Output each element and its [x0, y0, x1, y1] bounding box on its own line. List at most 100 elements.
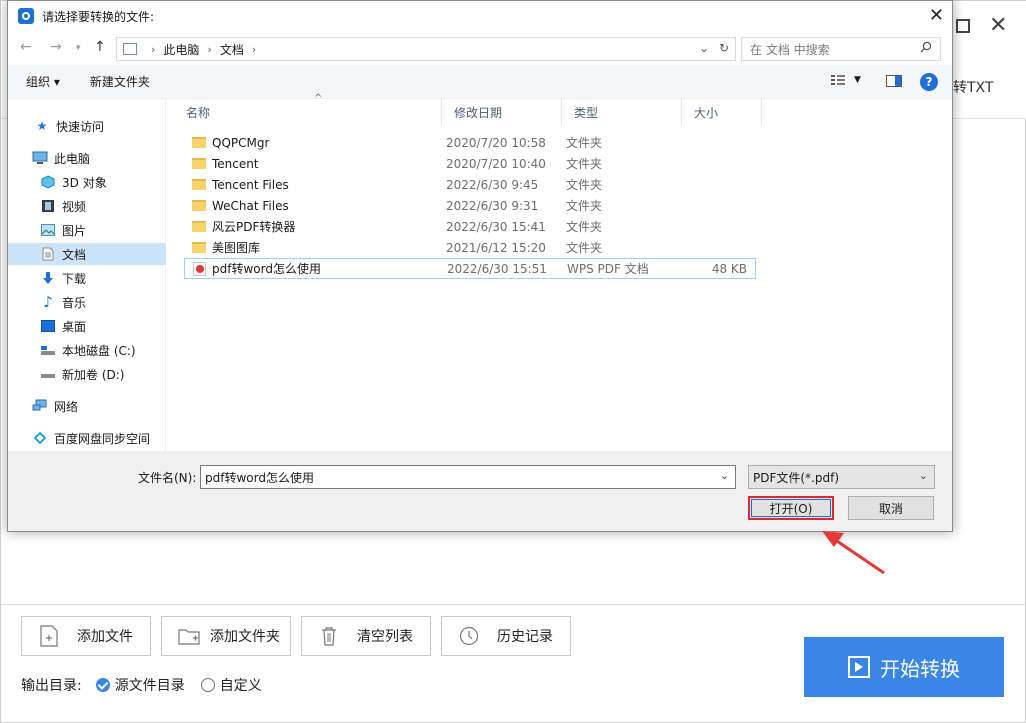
column-header-size[interactable]: 大小: [682, 99, 762, 125]
chevron-down-icon[interactable]: ⌄: [720, 469, 729, 482]
app-close-icon[interactable]: ✕: [989, 13, 1007, 38]
add-folder-button[interactable]: 添加文件夹: [161, 616, 291, 656]
file-row[interactable]: WeChat Files 2022/6/30 9:31 文件夹: [184, 195, 756, 216]
dialog-titlebar: 请选择要转换的文件: ✕: [8, 1, 952, 31]
sidebar-item-this-pc[interactable]: 此电脑: [8, 147, 166, 169]
file-date: 2022/6/30 9:31: [446, 198, 539, 213]
search-box[interactable]: 在 文档 中搜索: [741, 37, 941, 61]
file-date: 2022/6/30 15:41: [446, 219, 546, 234]
to-txt-tab[interactable]: 转TXT: [953, 77, 993, 97]
column-header-type[interactable]: 类型: [562, 99, 682, 125]
custom-dir-radio[interactable]: [200, 678, 215, 692]
source-dir-radio[interactable]: [95, 678, 110, 692]
sidebar-item-network[interactable]: 网络: [8, 395, 166, 417]
file-date: 2021/6/12 15:20: [446, 240, 546, 255]
new-folder-button[interactable]: 新建文件夹: [90, 73, 150, 90]
breadcrumb-separator-icon[interactable]: ›: [207, 43, 211, 56]
play-icon: [848, 656, 870, 678]
file-name: WeChat Files: [212, 198, 289, 213]
sidebar-item-label: 下载: [62, 271, 87, 286]
dialog-close-icon[interactable]: ✕: [929, 5, 944, 26]
breadcrumb-documents[interactable]: 文档: [220, 41, 244, 58]
breadcrumb-separator-icon[interactable]: ›: [252, 43, 256, 56]
filename-input[interactable]: pdf转word怎么使用 ⌄: [200, 465, 736, 489]
add-file-button[interactable]: 添加文件: [21, 616, 151, 656]
start-convert-label: 开始转换: [880, 656, 960, 681]
trash-icon: [318, 624, 340, 648]
help-icon[interactable]: ?: [920, 73, 938, 91]
sidebar-item-music[interactable]: ♪ 音乐: [8, 291, 166, 313]
open-button[interactable]: 打开(O): [748, 496, 834, 520]
sidebar-item-pictures[interactable]: 图片: [8, 219, 166, 241]
sidebar-item-label: 此电脑: [54, 151, 91, 166]
file-date: 2020/7/20 10:40: [446, 156, 546, 171]
breadcrumb-separator-icon[interactable]: ›: [151, 43, 155, 56]
cube-icon: [40, 175, 56, 189]
file-row-selected[interactable]: pdf转word怎么使用 2022/6/30 15:51 WPS PDF 文档 …: [184, 258, 756, 279]
sidebar-item-drive-d[interactable]: 新加卷 (D:): [8, 363, 166, 385]
clock-icon: [458, 624, 480, 648]
preview-pane-icon[interactable]: [886, 75, 902, 90]
sidebar-item-label: 3D 对象: [62, 175, 107, 190]
column-header-name[interactable]: 名称: [174, 99, 442, 125]
back-arrow-icon[interactable]: ←: [20, 39, 32, 55]
add-file-icon: [38, 624, 60, 648]
history-button[interactable]: 历史记录: [441, 616, 571, 656]
address-bar[interactable]: › 此电脑 › 文档 › ⌄ ↻: [116, 37, 736, 61]
column-header-label: 类型: [574, 105, 599, 120]
folder-icon: [192, 221, 206, 232]
start-convert-button[interactable]: 开始转换: [804, 637, 1004, 697]
sidebar-item-label: 桌面: [62, 319, 87, 334]
download-icon: [40, 271, 56, 285]
add-folder-icon: [178, 624, 200, 648]
sidebar-item-downloads[interactable]: 下载: [8, 267, 166, 289]
computer-icon: [32, 151, 48, 165]
address-dropdown-icon[interactable]: ⌄: [699, 41, 709, 55]
breadcrumb-this-pc[interactable]: 此电脑: [163, 41, 199, 58]
view-dropdown-icon[interactable]: ▼: [854, 75, 861, 85]
search-icon[interactable]: [920, 41, 932, 56]
file-row[interactable]: Tencent 2020/7/20 10:40 文件夹: [184, 153, 756, 174]
divider: [1, 604, 1026, 605]
recent-locations-icon[interactable]: ▾: [76, 43, 81, 53]
cancel-button[interactable]: 取消: [848, 496, 934, 520]
view-options-icon[interactable]: [830, 74, 846, 89]
filetype-select[interactable]: PDF文件(*.pdf) ⌄: [748, 465, 935, 489]
sidebar-item-quick-access[interactable]: ★ 快速访问: [8, 115, 166, 137]
custom-dir-label[interactable]: 自定义: [220, 675, 262, 695]
file-row[interactable]: Tencent Files 2022/6/30 9:45 文件夹: [184, 174, 756, 195]
file-row[interactable]: 风云PDF转换器 2022/6/30 15:41 文件夹: [184, 216, 756, 237]
forward-arrow-icon[interactable]: →: [50, 39, 62, 55]
sidebar-item-documents[interactable]: 文档: [8, 243, 166, 265]
sidebar-item-3d-objects[interactable]: 3D 对象: [8, 171, 166, 193]
clear-list-button[interactable]: 清空列表: [301, 616, 431, 656]
film-icon: [40, 199, 56, 213]
sidebar-item-label: 百度网盘同步空间: [54, 431, 151, 446]
network-icon: [32, 399, 48, 413]
refresh-icon[interactable]: ↻: [719, 41, 729, 55]
dialog-title: 请选择要转换的文件:: [42, 9, 155, 24]
file-name: Tencent: [212, 156, 259, 171]
sidebar-item-baidu-sync[interactable]: 百度网盘同步空间: [8, 427, 166, 449]
up-arrow-icon[interactable]: ↑: [94, 39, 106, 55]
column-header-label: 修改日期: [454, 105, 503, 120]
dialog-footer: 文件名(N): pdf转word怎么使用 ⌄ PDF文件(*.pdf) ⌄ 打开…: [8, 451, 952, 531]
sidebar-item-videos[interactable]: 视频: [8, 195, 166, 217]
file-row[interactable]: 美图图库 2021/6/12 15:20 文件夹: [184, 237, 756, 258]
sidebar-item-label: 视频: [62, 199, 87, 214]
file-list: ^ 名称 修改日期 类型 大小 QQPCMgr 2020/7/20 10:58 …: [174, 93, 952, 451]
baidu-cloud-icon: [32, 431, 48, 445]
folder-icon: [192, 137, 206, 148]
drive-icon: [40, 367, 56, 381]
source-dir-label[interactable]: 源文件目录: [115, 675, 185, 695]
annotation-arrow-icon: [822, 531, 885, 575]
sidebar-item-drive-c[interactable]: 本地磁盘 (C:): [8, 339, 166, 361]
column-header-date[interactable]: 修改日期: [442, 99, 562, 125]
file-date: 2022/6/30 9:45: [446, 177, 539, 192]
file-row[interactable]: QQPCMgr 2020/7/20 10:58 文件夹: [184, 132, 756, 153]
column-header-label: 名称: [186, 105, 211, 120]
sidebar-item-desktop[interactable]: 桌面: [8, 315, 166, 337]
organize-menu[interactable]: 组织 ▾: [26, 73, 60, 90]
maximize-icon[interactable]: [956, 19, 970, 33]
search-placeholder: 在 文档 中搜索: [750, 42, 830, 57]
